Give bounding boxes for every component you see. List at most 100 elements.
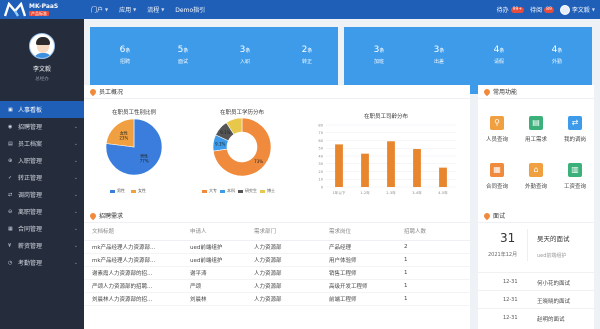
- table-cell: 销售工程师: [321, 266, 396, 280]
- chevron-down-icon: ⌄: [73, 123, 78, 130]
- func-label: 用工需求: [524, 137, 547, 143]
- table-cell: 人力资源部: [246, 253, 321, 267]
- nav-portal[interactable]: 门户 ▼: [91, 5, 108, 14]
- nav-label: Demo指引: [175, 7, 206, 14]
- sidebar-item-employee-files[interactable]: ▤ 员工档案 ⌄: [0, 135, 84, 152]
- regularize-icon: ✓: [8, 174, 13, 181]
- stat-unit: 条: [245, 48, 251, 54]
- stat-overtime[interactable]: 3条 加班: [359, 45, 399, 65]
- sidebar-item-onboarding[interactable]: ⊕ 入职管理 ⌄: [0, 152, 84, 169]
- recruit-icon: ◉: [8, 123, 13, 130]
- y-tick-label: 50: [318, 147, 323, 151]
- func-job-demand[interactable]: ▤ 用工需求: [517, 116, 555, 143]
- recruitment-table: 文档标题 申请人 需求部门 需求岗位 招聘人数 mk产品经理人力资源部... ue…: [84, 223, 470, 306]
- table-cell: 谢素霞人力资源部的招...: [84, 266, 182, 280]
- chevron-down-icon: ⌄: [73, 174, 78, 181]
- func-person-search[interactable]: ⚲ 人员查询: [478, 116, 516, 143]
- nav-label: 应用: [119, 7, 132, 14]
- nav-label: 流程: [147, 7, 160, 14]
- list-item[interactable]: 12-31 王晓晓的面试: [478, 290, 594, 307]
- func-salary-query[interactable]: ▥ 工资查询: [556, 163, 594, 190]
- app-logo[interactable]: MK-PaaS 产品标准: [4, 2, 58, 17]
- field-work-icon: ⌂: [529, 163, 543, 177]
- schedule-date: 12-31: [503, 279, 518, 285]
- stat-business-trip[interactable]: 3条 出差: [419, 45, 459, 65]
- card-header: 常用功能: [478, 85, 594, 99]
- table-row[interactable]: 刘晨林人力资源部的招... 刘晨林 人力资源部 前端工程师 1: [84, 292, 470, 306]
- tenure-bar-chart: 0 10 20 30 40 50 60 70 80 1年以下 1-2年 2-3年 3-4年 4-5年: [318, 123, 456, 195]
- table-cell: 1: [396, 253, 470, 267]
- interview-today[interactable]: 31 2021年12月 吴天的面试 ued前端组护: [478, 223, 594, 270]
- sidebar-item-attendance[interactable]: ◷ 考勤管理 ⌄: [0, 254, 84, 271]
- sidebar-item-recruitment[interactable]: ◉ 招聘管理 ⌄: [0, 118, 84, 135]
- stat-onboard[interactable]: 3条 入职: [225, 45, 265, 65]
- chevron-down-icon: ▼: [105, 7, 109, 12]
- legend-label: 大专: [209, 188, 217, 193]
- stat-value: 6条: [105, 45, 145, 55]
- func-label: 合同查询: [485, 184, 508, 190]
- list-item[interactable]: 12-31 赵明的面试: [478, 308, 594, 325]
- nav-workflow[interactable]: 流程 ▼: [147, 5, 164, 14]
- card-header: 招聘需求: [84, 209, 470, 223]
- divider: [527, 229, 528, 261]
- nav-apps[interactable]: 应用 ▼: [119, 5, 136, 14]
- legend-item: 研究生: [238, 188, 257, 194]
- y-tick-label: 10: [318, 178, 323, 182]
- sidebar-item-salary[interactable]: ¥ 薪资管理 ⌄: [0, 237, 84, 254]
- nav-demo-guide[interactable]: Demo指引: [175, 5, 205, 14]
- sidebar-item-label: 合同管理: [18, 226, 43, 233]
- func-contract-query[interactable]: ▦ 合同查询: [478, 163, 516, 190]
- sidebar-item-contracts[interactable]: ▦ 合同管理 ⌄: [0, 220, 84, 237]
- stat-leave[interactable]: 4条 请假: [479, 45, 519, 65]
- stat-field-work[interactable]: 4条 外勤: [537, 45, 577, 65]
- stat-unit: 条: [557, 48, 563, 54]
- func-my-transfer[interactable]: ⇄ 我的调岗: [556, 116, 594, 143]
- legend-label: 研究生: [245, 188, 257, 193]
- stat-regularize[interactable]: 2条 转正: [287, 45, 327, 65]
- sidebar-item-hr-dashboard[interactable]: ▣ 人事看板: [0, 101, 84, 118]
- table-cell: 产品经理: [321, 240, 396, 254]
- stats-hr-panel: 6条 招聘 5条 面试 3条 入职 2条 转正: [90, 27, 338, 94]
- x-tick-label: 1-2年: [360, 190, 370, 195]
- pie-data-label: 73%: [254, 159, 263, 164]
- sidebar-item-label: 转正管理: [18, 175, 43, 182]
- card-title: 员工概况: [99, 89, 124, 96]
- sidebar-item-label: 入职管理: [18, 158, 43, 165]
- to-read-link[interactable]: 待阅 89: [530, 5, 554, 14]
- legend-swatch: [238, 189, 243, 193]
- stat-label: 转正: [301, 59, 312, 65]
- card-header: 面试: [478, 209, 594, 223]
- sidebar-item-label: 员工档案: [18, 141, 43, 148]
- briefcase-icon: ▤: [529, 116, 543, 130]
- interview-card: 面试 31 2021年12月 吴天的面试 ued前端组护 12-31 何小花的面试…: [478, 209, 594, 329]
- table-row[interactable]: mk产品经理人力资源部... ued前端组护 人力资源部 用户体验师 1: [84, 253, 470, 267]
- avatar[interactable]: [29, 33, 55, 59]
- stat-interview[interactable]: 5条 面试: [163, 45, 203, 65]
- stat-value: 3条: [419, 45, 459, 55]
- chevron-down-icon: ▼: [133, 7, 137, 12]
- schedule-date: 12-31: [503, 297, 518, 303]
- stat-unit: 条: [499, 48, 505, 54]
- stat-value: 3条: [359, 45, 399, 55]
- chevron-down-icon: ⌄: [73, 208, 78, 215]
- profile-role: 总经办: [35, 77, 49, 82]
- table-cell: 谢平涛: [182, 266, 246, 280]
- stat-value: 5条: [163, 45, 203, 55]
- stat-unit: 条: [439, 48, 445, 54]
- table-cell: 前端工程师: [321, 292, 396, 306]
- legend-swatch: [110, 189, 115, 193]
- employee-overview-card: 员工概况 在职员工性别比例 男性 77% 女性 23% 男性 女性 在职员工学历分布 …: [84, 85, 470, 221]
- stat-recruit[interactable]: 6条 招聘: [105, 45, 145, 65]
- table-row[interactable]: mk产品经理人力资源部... ued前端组护 人力资源部 产品经理 2: [84, 240, 470, 254]
- sidebar-item-resignation[interactable]: ⊖ 离职管理 ⌄: [0, 203, 84, 220]
- user-menu[interactable]: 李文毅 ▼: [559, 4, 595, 15]
- y-tick-label: 70: [318, 131, 323, 135]
- table-row[interactable]: 谢素霞人力资源部的招... 谢平涛 人力资源部 销售工程师 1: [84, 266, 470, 280]
- sidebar-item-regularization[interactable]: ✓ 转正管理 ⌄: [0, 169, 84, 186]
- sidebar-item-transfer[interactable]: ⇄ 调岗管理 ⌄: [0, 186, 84, 203]
- todo-link[interactable]: 待办 99+: [497, 5, 525, 14]
- education-donut-chart: 73% 9.1% 9.1%: [212, 117, 272, 177]
- func-field-work-query[interactable]: ⌂ 外勤查询: [517, 163, 555, 190]
- list-item[interactable]: 12-31 何小花的面试: [478, 272, 594, 289]
- table-row[interactable]: 严颂人力资源部的招聘... 严颂 人力资源部 高级开发工程师 1: [84, 279, 470, 293]
